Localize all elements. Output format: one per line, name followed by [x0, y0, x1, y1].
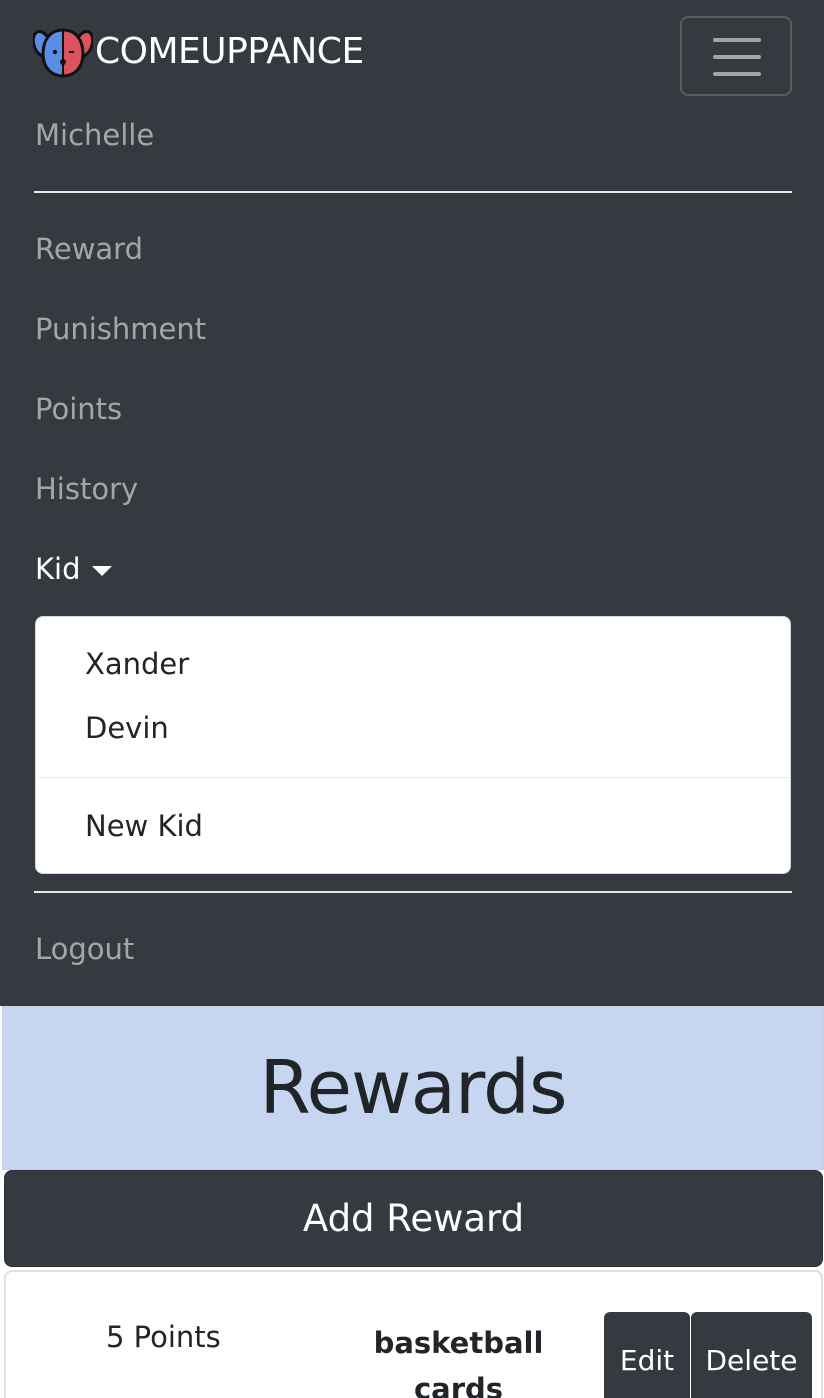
current-user-name: Michelle	[35, 118, 155, 152]
puppy-logo-icon	[33, 28, 93, 78]
dropdown-item-kid[interactable]: Devin	[85, 711, 169, 745]
navbar: COMEUPPANCE Michelle Reward Punishment P…	[0, 0, 824, 1006]
brand-link[interactable]: COMEUPPANCE	[33, 24, 364, 80]
dropdown-divider	[36, 777, 790, 778]
brand-name: COMEUPPANCE	[95, 31, 364, 72]
hamburger-icon-bar	[713, 72, 761, 76]
nav-link-logout[interactable]: Logout	[35, 932, 134, 966]
nav-link-points[interactable]: Points	[35, 392, 122, 426]
nav-link-punishment[interactable]: Punishment	[35, 312, 206, 346]
divider	[34, 891, 792, 893]
hamburger-icon-bar	[713, 55, 761, 59]
page-title: Rewards	[259, 1045, 567, 1131]
dropdown-item-new-kid[interactable]: New Kid	[85, 809, 203, 843]
page-header: Rewards	[2, 1006, 824, 1170]
nav-link-history[interactable]: History	[35, 472, 138, 506]
kid-dropdown-toggle[interactable]: Kid	[35, 552, 113, 586]
hamburger-icon	[713, 38, 761, 42]
edit-button[interactable]: Edit	[604, 1312, 690, 1398]
reward-name: basketball cards	[373, 1326, 544, 1398]
dropdown-item-kid[interactable]: Xander	[85, 647, 189, 681]
reward-points: 5 Points	[106, 1320, 221, 1354]
kid-dropdown-menu: Xander Devin New Kid	[35, 616, 791, 874]
divider	[34, 191, 792, 193]
delete-button[interactable]: Delete	[691, 1312, 812, 1398]
nav-link-reward[interactable]: Reward	[35, 232, 143, 266]
kid-dropdown-label: Kid	[35, 552, 81, 586]
caret-down-icon	[92, 566, 113, 576]
navbar-toggler-button[interactable]	[680, 16, 792, 96]
add-reward-button[interactable]: Add Reward	[4, 1170, 823, 1267]
reward-card: 5 Points basketball cards Edit Delete	[4, 1270, 823, 1398]
